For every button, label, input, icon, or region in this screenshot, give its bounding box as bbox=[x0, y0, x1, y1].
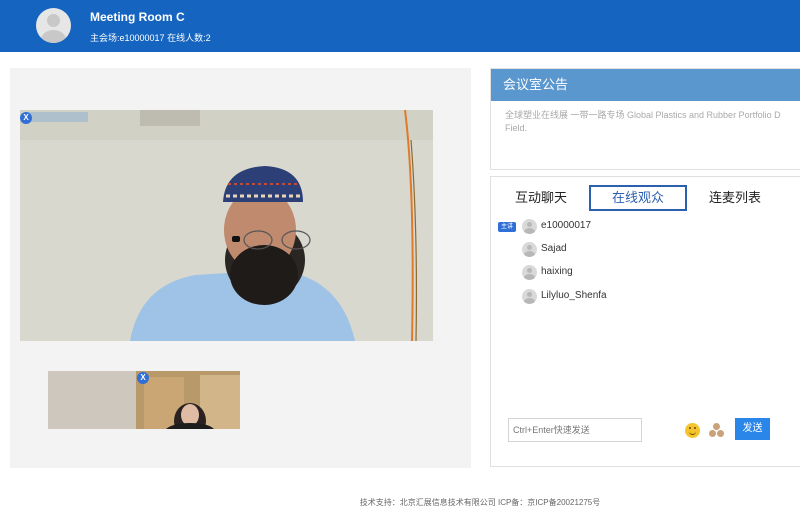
main-video-image bbox=[20, 110, 433, 341]
main-video-close-button[interactable]: X bbox=[20, 112, 32, 124]
notice-title: 会议室公告 bbox=[491, 69, 800, 101]
secondary-video-feed: X bbox=[48, 371, 240, 429]
footer-credits: 技术支持：北京汇展信息技术有限公司 ICP备：京ICP备20021275号 bbox=[359, 498, 601, 507]
list-item[interactable]: Sajad bbox=[491, 240, 791, 260]
send-button[interactable]: 发送 bbox=[735, 418, 770, 440]
user-avatar-icon bbox=[522, 265, 537, 280]
room-title: Meeting Room C bbox=[90, 10, 185, 24]
main-video-feed: X bbox=[20, 110, 433, 341]
user-name: e10000017 bbox=[541, 220, 592, 231]
host-label: 主会场: bbox=[90, 33, 120, 43]
tab-mic-list[interactable]: 连麦列表 bbox=[703, 185, 767, 211]
chat-message-input[interactable] bbox=[508, 418, 642, 442]
gift-icon[interactable] bbox=[709, 423, 725, 438]
list-item[interactable]: haixing bbox=[491, 263, 791, 283]
top-header: Meeting Room C 主会场:e10000017 在线人数:2 bbox=[0, 0, 800, 52]
notice-panel: 会议室公告 全球塑业在线展 一带一路专场 Global Plastics and… bbox=[490, 68, 800, 170]
user-name: haixing bbox=[541, 266, 573, 277]
host-id: e10000017 bbox=[119, 33, 165, 43]
user-avatar-icon bbox=[522, 242, 537, 257]
tab-online-audience[interactable]: 在线观众 bbox=[589, 185, 687, 211]
list-item[interactable]: 主讲 e10000017 bbox=[491, 217, 791, 237]
user-avatar-icon bbox=[522, 219, 537, 234]
chat-panel: 互动聊天 在线观众 连麦列表 主讲 e10000017 Sajad haixin… bbox=[490, 176, 800, 467]
room-subtitle: 主会场:e10000017 在线人数:2 bbox=[90, 31, 211, 44]
list-item[interactable]: Lilyluo_Shenfa bbox=[491, 287, 791, 307]
notice-text: 全球塑业在线展 一带一路专场 Global Plastics and Rubbe… bbox=[505, 110, 781, 133]
online-label: 在线人数: bbox=[167, 33, 206, 43]
user-name: Sajad bbox=[541, 243, 567, 254]
user-name: Lilyluo_Shenfa bbox=[541, 290, 607, 301]
tab-interactive-chat[interactable]: 互动聊天 bbox=[509, 185, 573, 211]
emoji-icon[interactable] bbox=[685, 423, 700, 438]
online-count: 2 bbox=[205, 33, 211, 43]
room-avatar-icon bbox=[36, 8, 71, 43]
secondary-video-close-button[interactable]: X bbox=[137, 372, 149, 384]
host-badge: 主讲 bbox=[498, 222, 516, 232]
user-avatar-icon bbox=[522, 289, 537, 304]
